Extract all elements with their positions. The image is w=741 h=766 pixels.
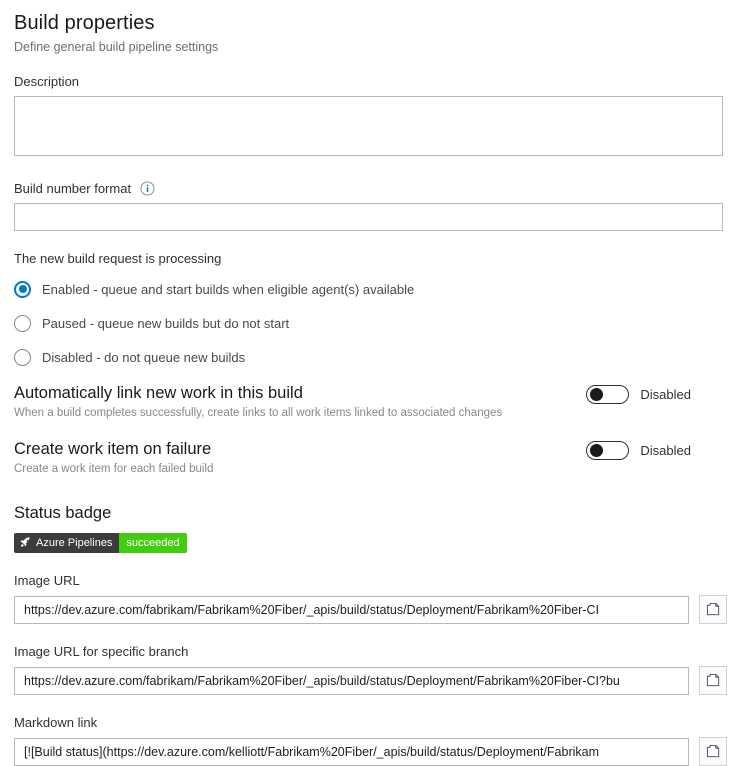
build-number-format-label-text: Build number format <box>14 181 132 196</box>
work-item-failure-toggle[interactable] <box>586 441 630 460</box>
status-badge-heading: Status badge <box>14 504 112 522</box>
radio-mark-enabled <box>14 280 31 298</box>
radio-option-enabled[interactable]: Enabled - queue and start builds when el… <box>14 278 727 300</box>
description-label: Description <box>14 74 80 89</box>
processing-radio-group: Enabled - queue and start builds when el… <box>14 278 727 368</box>
copy-icon <box>706 673 719 687</box>
copy-icon <box>706 744 719 758</box>
radio-mark-disabled <box>14 348 31 366</box>
auto-link-toggle[interactable] <box>586 385 630 404</box>
page-subtitle: Define general build pipeline settings <box>14 40 219 54</box>
image-url-branch-label: Image URL for specific branch <box>14 644 189 659</box>
work-item-failure-section: Create work item on failure Create a wor… <box>14 440 727 480</box>
markdown-link-input[interactable] <box>14 737 689 766</box>
image-url-label: Image URL <box>14 573 80 588</box>
work-item-failure-toggle-control: Disabled <box>586 441 691 460</box>
image-url-row <box>14 595 727 624</box>
radio-label-disabled: Disabled - do not queue new builds <box>42 349 246 365</box>
status-badge-right: succeeded <box>119 533 187 553</box>
markdown-link-row <box>14 737 727 766</box>
build-number-format-input[interactable] <box>14 203 723 231</box>
image-url-branch-copy-button[interactable] <box>699 666 727 695</box>
work-item-failure-toggle-state: Disabled <box>640 443 691 458</box>
radio-option-paused[interactable]: Paused - queue new builds but do not sta… <box>14 312 727 334</box>
radio-label-enabled: Enabled - queue and start builds when el… <box>42 281 415 297</box>
image-url-input[interactable] <box>14 595 689 624</box>
status-badge: Azure Pipelines succeeded <box>14 533 187 553</box>
info-icon[interactable] <box>140 181 155 196</box>
status-badge-left-text: Azure Pipelines <box>36 537 113 549</box>
radio-option-disabled[interactable]: Disabled - do not queue new builds <box>14 346 727 368</box>
markdown-link-copy-button[interactable] <box>699 737 727 766</box>
processing-label: The new build request is processing <box>14 251 222 266</box>
build-properties-page: Build properties Define general build pi… <box>0 0 741 766</box>
description-input[interactable] <box>14 96 723 156</box>
work-item-failure-description: Create a work item for each failed build <box>14 463 214 475</box>
auto-link-toggle-state: Disabled <box>640 387 691 402</box>
radio-label-paused: Paused - queue new builds but do not sta… <box>42 315 290 331</box>
image-url-field: Image URL <box>14 573 727 624</box>
auto-link-toggle-control: Disabled <box>586 385 691 404</box>
page-title: Build properties <box>14 12 155 34</box>
work-item-failure-toggle-knob <box>590 444 604 457</box>
build-number-format-field: Build number format <box>14 181 727 231</box>
build-number-format-label: Build number format <box>14 181 727 196</box>
copy-icon <box>706 602 719 616</box>
auto-link-toggle-knob <box>590 388 604 401</box>
image-url-branch-field: Image URL for specific branch <box>14 644 727 695</box>
image-url-branch-input[interactable] <box>14 666 689 695</box>
description-field: Description <box>14 74 727 161</box>
image-url-copy-button[interactable] <box>699 595 727 624</box>
radio-mark-paused <box>14 314 31 332</box>
auto-link-description: When a build completes successfully, cre… <box>14 407 503 419</box>
rocket-icon <box>19 536 31 551</box>
status-badge-left: Azure Pipelines <box>14 533 120 553</box>
image-url-branch-row <box>14 666 727 695</box>
markdown-link-label: Markdown link <box>14 715 98 730</box>
markdown-link-field: Markdown link <box>14 715 727 766</box>
auto-link-section: Automatically link new work in this buil… <box>14 384 727 424</box>
